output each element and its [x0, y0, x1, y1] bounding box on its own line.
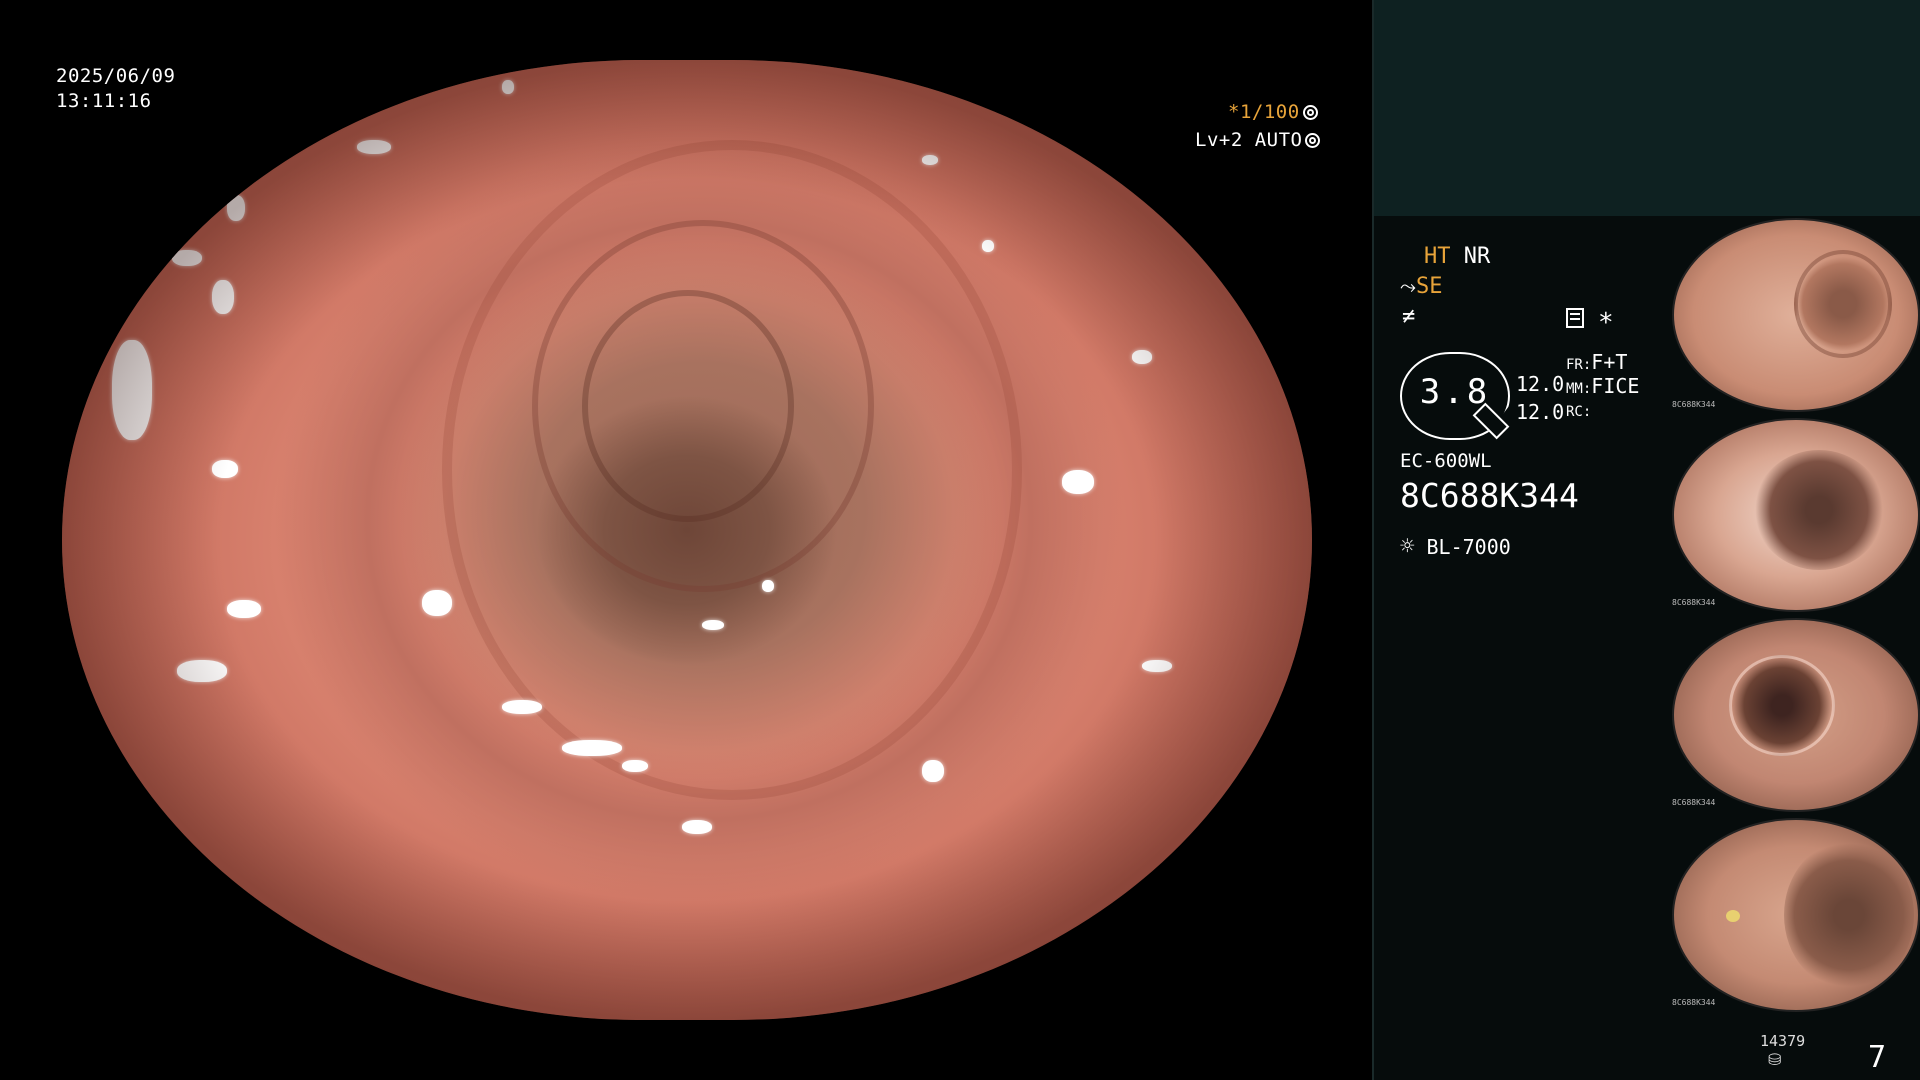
exam-time: 13:11:16 [56, 90, 152, 112]
thumbnail-serial: 8C688K344 [1672, 998, 1716, 1007]
specular-highlight [357, 140, 391, 154]
specular-highlight [622, 760, 648, 772]
settings-ring-icon [1305, 133, 1321, 148]
thumbnail-3[interactable] [1672, 618, 1920, 812]
thumbnail-serial: 8C688K344 [1672, 598, 1716, 607]
specular-highlight [562, 740, 622, 756]
param-value-2: 12.0 [1516, 400, 1565, 424]
thumbnail-lumen [1754, 450, 1884, 570]
structure-enhance: ⤳SE [1400, 274, 1443, 299]
specular-highlight [1062, 470, 1094, 494]
specular-highlight [682, 820, 712, 834]
scope-model: EC-600WL [1400, 450, 1492, 472]
light-source-icon: ☼ [1400, 532, 1415, 560]
info-panel-header [1374, 0, 1920, 216]
specular-highlight [422, 590, 452, 616]
thumbnail-lumen [1729, 655, 1835, 756]
image-counter: 14379 [1760, 1032, 1806, 1050]
rc-label: RC: [1566, 404, 1592, 420]
fr-label: FR: [1566, 357, 1592, 373]
fr-setting: FR:F+T [1566, 350, 1627, 374]
filter-icon: ≠ [1402, 304, 1416, 329]
storage-icon [1566, 308, 1584, 328]
aperture-icon [1302, 105, 1318, 120]
mm-setting: MM:FICE [1566, 374, 1639, 398]
specular-highlight [177, 660, 227, 682]
fr-value: F+T [1591, 350, 1628, 374]
zoom-value: 3.8 [1419, 372, 1491, 412]
light-source: ☼ BL-7000 [1400, 532, 1511, 560]
thumbnail-lumen [1794, 250, 1892, 358]
specular-highlight [212, 460, 238, 478]
specular-highlight [702, 620, 724, 630]
mm-label: MM: [1566, 381, 1592, 397]
endoscope-live-image [62, 60, 1312, 1020]
mucosal-fold [442, 140, 1022, 800]
specular-highlight [982, 240, 994, 252]
specular-highlight [212, 280, 234, 314]
specular-highlight [227, 195, 245, 221]
specular-highlight [502, 80, 514, 94]
page-number: 7 [1868, 1040, 1887, 1075]
exposure-readout: Lv+2 AUTO [1195, 128, 1321, 152]
scope-serial: 8C688K344 [1400, 476, 1579, 515]
exposure-level: Lv+2 [1195, 129, 1243, 151]
mucosal-fold [582, 290, 794, 522]
specular-highlight [1132, 350, 1152, 364]
exposure-mode: AUTO [1254, 129, 1303, 151]
nr-label: NR [1463, 244, 1491, 269]
mucosal-fold [532, 220, 874, 592]
specular-highlight [762, 580, 774, 592]
structure-enhance-icon: ⤳ [1400, 274, 1416, 298]
rc-setting: RC: [1566, 404, 1591, 420]
thumbnail-debris [1726, 910, 1740, 922]
param-value-1: 12.0 [1516, 372, 1565, 396]
specular-highlight [922, 155, 938, 165]
processing-settings: HT NR [1424, 244, 1490, 269]
mm-value: FICE [1591, 374, 1640, 398]
specular-highlight [172, 250, 202, 266]
exam-date: 2025/06/09 [56, 65, 176, 87]
thumbnail-2[interactable] [1672, 418, 1920, 612]
thumbnail-serial: 8C688K344 [1672, 798, 1716, 807]
specular-highlight [922, 760, 944, 782]
se-label: SE [1416, 274, 1443, 299]
light-source-model: BL-7000 [1426, 535, 1511, 559]
shutter-speed: *1/100 [1228, 101, 1300, 123]
specular-highlight [112, 340, 152, 440]
specular-highlight [227, 600, 261, 618]
specular-highlight [1142, 660, 1172, 672]
thumbnail-4[interactable] [1672, 818, 1920, 1012]
specular-highlight [502, 700, 542, 714]
thumbnail-serial: 8C688K344 [1672, 400, 1716, 409]
ht-label: HT [1424, 244, 1451, 269]
asterisk-marker: * [1598, 308, 1614, 338]
disk-icon: ⛁ [1768, 1050, 1782, 1069]
thumbnail-1[interactable] [1672, 218, 1920, 412]
shutter-readout: *1/100 [1228, 100, 1318, 124]
thumbnail-lumen [1784, 840, 1914, 990]
